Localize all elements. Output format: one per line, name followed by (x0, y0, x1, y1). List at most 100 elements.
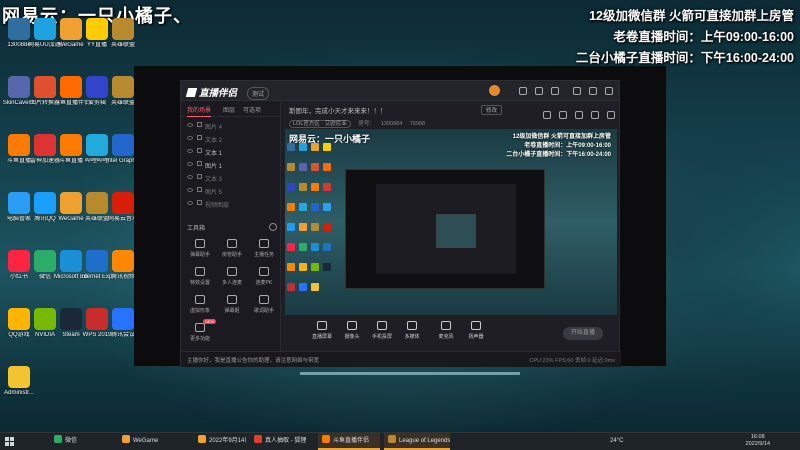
desktop-icon[interactable]: 英雄联盟 (106, 18, 140, 60)
scene-item-label: 图片 4 (205, 125, 223, 131)
room-id-label: 房号： (358, 121, 375, 127)
taskbar-app[interactable]: 真人抽取 - 狐狸 (250, 433, 312, 450)
avatar[interactable] (489, 85, 500, 96)
app-icon (34, 308, 56, 330)
layer-icon (197, 200, 202, 205)
message-icon[interactable] (535, 87, 543, 95)
app-icon (34, 192, 56, 214)
source-label: 麦克风 (438, 334, 454, 340)
tool-button[interactable]: 多人连麦 (217, 267, 247, 293)
tool-button[interactable]: 房管助手 (217, 239, 247, 265)
eye-icon[interactable] (187, 175, 193, 179)
overlay-line-2: 老卷直播时间：上午09:00-16:00 (613, 30, 794, 44)
source-button[interactable]: 直播屏幕 (307, 321, 337, 340)
scene-item[interactable]: 图片 1 (181, 158, 280, 171)
source-button[interactable]: 手机投屏 (367, 321, 397, 340)
app-logo-text: 直播伴侣 (199, 88, 238, 99)
tab-options[interactable]: 可选项 (243, 105, 261, 114)
taskbar-app[interactable]: WeGame (118, 433, 186, 450)
category-chip[interactable]: LOL官方区 · 艾欧尼亚 (289, 120, 351, 128)
settings-icon[interactable] (551, 87, 559, 95)
scene-item-label: 文本 3 (205, 177, 223, 183)
start-live-button[interactable]: 开始直播 (563, 327, 603, 340)
scene-item[interactable]: 文本 2 (181, 132, 280, 145)
scene-item[interactable]: 文本 3 (181, 171, 280, 184)
maximize-icon[interactable] (589, 87, 597, 95)
app-icon (8, 250, 30, 272)
skin-icon[interactable] (519, 87, 527, 95)
preview-app-icon (299, 163, 307, 171)
tool-icon (259, 239, 269, 248)
bell-icon[interactable] (591, 111, 599, 119)
preview-app-icon (287, 183, 295, 191)
eye-icon[interactable] (187, 188, 193, 192)
eye-icon[interactable] (187, 162, 193, 166)
share-icon[interactable] (575, 111, 583, 119)
preview-app-icon (287, 263, 295, 271)
tool-button[interactable]: 主播任务 (249, 239, 279, 265)
stream-preview[interactable]: 网易云：一只小橘子 12级加微信群 火箭可直接加群上房管 老卷直播时间：上午09… (285, 129, 617, 315)
tab-layers[interactable]: 图层 (223, 105, 235, 114)
preview-app-icon (311, 143, 319, 151)
nested-app (376, 184, 516, 274)
preview-app-icon (323, 243, 331, 251)
preview-app-icon (299, 143, 307, 151)
tools-gear-icon[interactable] (269, 223, 277, 231)
eye-icon[interactable] (187, 149, 193, 153)
tool-button[interactable]: 歌词助手 (249, 295, 279, 321)
eye-icon[interactable] (187, 136, 193, 140)
status-stats: CPU:23% FPS:60 丢帧:0 延迟:0ms (529, 358, 615, 364)
taskbar-app[interactable]: League of Legends (384, 433, 450, 450)
status-message: 主播你好，我是直播公告你的助理，请注意网络与带宽 (187, 358, 320, 364)
windows-start-icon[interactable] (5, 437, 15, 447)
taskbar-app[interactable]: 斗鱼直播伴侣 (318, 433, 380, 450)
app-icon (60, 76, 82, 98)
desktop-icon[interactable]: Administr... (2, 366, 36, 408)
app-icon (86, 18, 108, 40)
app-icon (60, 308, 82, 330)
preview-app-icon (287, 223, 295, 231)
scene-item[interactable]: 图片 4 (181, 119, 280, 132)
scene-item[interactable]: 视频图层 (181, 197, 280, 210)
wallpaper-bench (300, 372, 520, 412)
lock-icon[interactable] (559, 111, 567, 119)
version-badge[interactable]: 测试 (247, 87, 270, 100)
taskbar-app[interactable]: 2022年9月14日 不... (194, 433, 246, 450)
tool-button[interactable]: 弹幕姬 (217, 295, 247, 321)
taskbar-clock[interactable]: 16:08 2022/9/14 (746, 434, 770, 448)
record-icon[interactable] (543, 111, 551, 119)
taskbar-app[interactable]: 微信 (50, 433, 110, 450)
layer-icon (197, 148, 202, 153)
source-button[interactable]: 多媒体 (397, 321, 427, 340)
tool-button[interactable]: 虚拟形象 (185, 295, 215, 321)
layer-icon (197, 161, 202, 166)
nested-preview (345, 169, 545, 289)
preview-app-icon (311, 243, 319, 251)
tab-scenes[interactable]: 我的场景 (187, 105, 212, 117)
preview-app-icon (287, 163, 295, 171)
announcement-edit-button[interactable]: 修改 (481, 105, 503, 115)
more-icon[interactable] (607, 111, 615, 119)
source-button[interactable]: 摄像头 (337, 321, 367, 340)
tool-label: 歌词助手 (253, 308, 274, 314)
eye-icon[interactable] (187, 123, 193, 127)
source-button[interactable]: 扬声器 (461, 321, 491, 340)
scene-item[interactable]: 文本 1 (181, 145, 280, 158)
taskbar-app-label: WeGame (133, 438, 159, 444)
preview-line-2: 老卷直播时间：上午09:00-16:00 (524, 143, 611, 149)
preview-app-icon (287, 243, 295, 251)
desktop-icons: 1300884网易UU加速器WeGameYY直播英雄联盟SkinCaver...… (0, 14, 140, 426)
tool-button[interactable]: 特效设置 (185, 267, 215, 293)
app-icon (86, 192, 108, 214)
app-icon (34, 76, 56, 98)
minimize-icon[interactable] (573, 87, 581, 95)
tool-button[interactable]: 弹幕助手 (185, 239, 215, 265)
tool-button[interactable]: 连麦PK (249, 267, 279, 293)
scene-item[interactable]: 图片 5 (181, 184, 280, 197)
tool-button[interactable]: 更多功能 NEW (185, 319, 217, 349)
close-icon[interactable] (605, 87, 613, 95)
eye-icon[interactable] (187, 201, 193, 205)
source-icon (347, 321, 357, 330)
source-button[interactable]: 麦克风 (431, 321, 461, 340)
weather-temp[interactable]: 24°C (610, 438, 623, 444)
